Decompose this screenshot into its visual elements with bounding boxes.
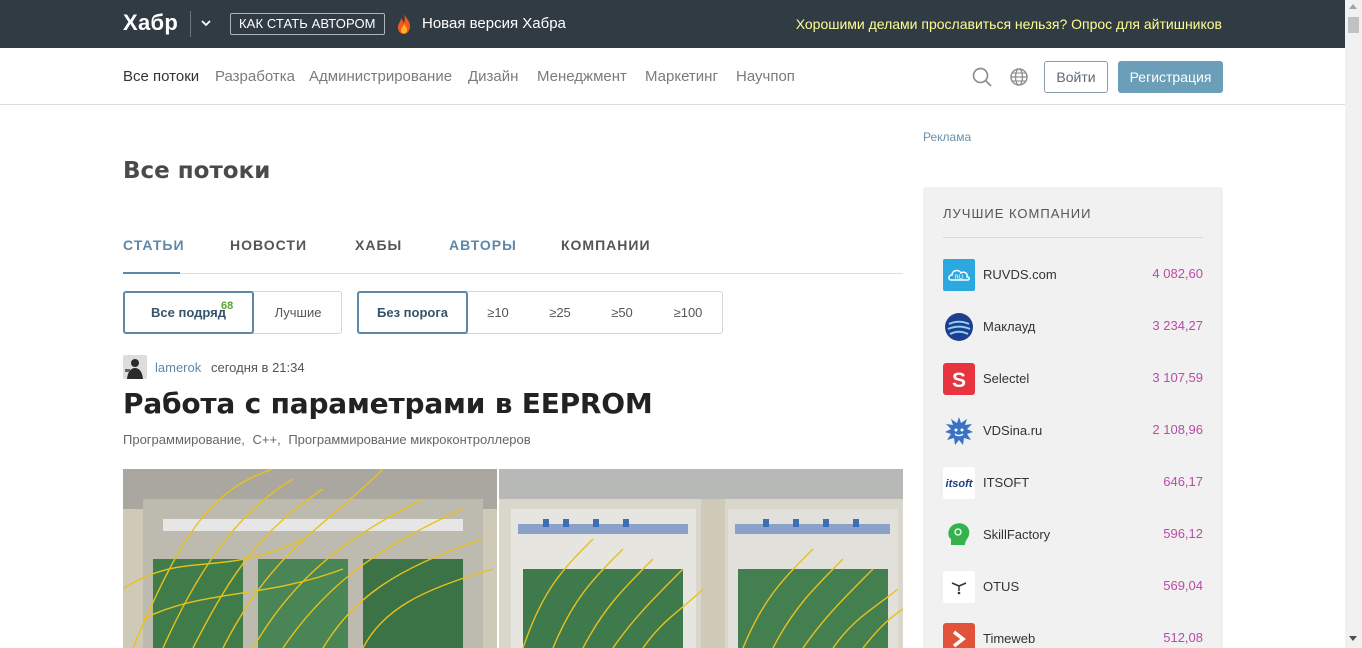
hub-link[interactable]: C++, [253, 432, 281, 447]
vdsina-logo-icon [943, 415, 975, 447]
hub-link[interactable]: Программирование микроконтроллеров [288, 432, 530, 447]
selectel-logo-icon: S [943, 363, 975, 395]
post-author[interactable]: lamerok [155, 360, 201, 375]
ruvds-logo-icon: RU [943, 259, 975, 291]
page-title: Все потоки [123, 158, 271, 184]
active-tab-indicator [123, 272, 180, 274]
company-name: OTUS [983, 579, 1020, 594]
filter-all-label: Все подряд [151, 305, 226, 320]
top-bar: Хабр КАК СТАТЬ АВТОРОМ Новая версия Хабр… [0, 0, 1345, 48]
ad-label[interactable]: Реклама [923, 130, 971, 144]
tab-articles[interactable]: СТАТЬИ [123, 237, 185, 253]
otus-logo-icon [943, 571, 975, 603]
divider [943, 237, 1203, 238]
skillfactory-logo-icon [943, 519, 975, 551]
wiring-cabinet-photo [123, 469, 903, 648]
company-name: SkillFactory [983, 527, 1051, 542]
filter-threshold-100[interactable]: ≥100 [654, 291, 722, 334]
company-rating: 646,17 [1163, 474, 1203, 489]
chevron-down-icon [201, 20, 211, 27]
register-button[interactable]: Регистрация [1118, 61, 1223, 93]
survey-link[interactable]: Хорошими делами прославиться нельзя? Опр… [796, 16, 1222, 32]
fire-icon [398, 14, 410, 34]
company-name: RUVDS.com [983, 267, 1057, 282]
nav-item-marketing[interactable]: Маркетинг [645, 68, 718, 85]
nav-item-administration[interactable]: Администрирование [309, 68, 452, 85]
language-globe-icon[interactable] [1009, 67, 1029, 87]
timeweb-logo-icon [943, 623, 975, 648]
scroll-up-arrow-icon[interactable] [1349, 4, 1357, 9]
threshold-filter-group: Без порога ≥10 ≥25 ≥50 ≥100 [357, 291, 723, 334]
new-version-link[interactable]: Новая версия Хабра [422, 15, 566, 32]
company-row[interactable]: RU RUVDS.com 4 082,60 [943, 259, 1203, 291]
company-rating: 3 234,27 [1152, 318, 1203, 333]
company-row[interactable]: SkillFactory 596,12 [943, 519, 1203, 551]
nav-item-design[interactable]: Дизайн [468, 68, 518, 85]
scrollbar-thumb[interactable] [1348, 17, 1359, 33]
nav-item-development[interactable]: Разработка [215, 68, 295, 85]
company-rating: 596,12 [1163, 526, 1203, 541]
avatar-image [123, 355, 147, 379]
filter-best[interactable]: Лучшие [254, 291, 342, 334]
author-avatar[interactable] [123, 355, 147, 379]
filter-all[interactable]: Все подряд 68 [123, 291, 254, 334]
post-title[interactable]: Работа с параметрами в EEPROM [123, 387, 653, 420]
tab-news[interactable]: НОВОСТИ [230, 237, 307, 253]
tab-companies[interactable]: КОМПАНИИ [561, 237, 651, 253]
vertical-scrollbar[interactable] [1345, 0, 1362, 648]
sort-filter-group: Все подряд 68 Лучшие [123, 291, 342, 334]
company-rating: 4 082,60 [1152, 266, 1203, 281]
login-button[interactable]: Войти [1044, 61, 1108, 93]
habr-logo[interactable]: Хабр [123, 10, 178, 36]
company-row[interactable]: Timeweb 512,08 [943, 623, 1203, 648]
post-cover-image[interactable] [123, 469, 903, 648]
company-rating: 3 107,59 [1152, 370, 1203, 385]
nav-item-popsci[interactable]: Научпоп [736, 68, 795, 85]
nav-item-all-flows[interactable]: Все потоки [123, 68, 199, 85]
filter-no-threshold[interactable]: Без порога [357, 291, 468, 334]
company-name: Timeweb [983, 631, 1036, 646]
post-hubs: Программирование, C++, Программирование … [123, 432, 535, 447]
company-name: Selectel [983, 371, 1030, 386]
scroll-down-arrow-icon[interactable] [1349, 636, 1357, 641]
new-posts-count: 68 [221, 300, 234, 312]
company-row[interactable]: itsoft ITSOFT 646,17 [943, 467, 1203, 499]
company-row[interactable]: S Selectel 3 107,59 [943, 363, 1203, 395]
company-rating: 512,08 [1163, 630, 1203, 645]
macloud-logo-icon [943, 311, 975, 343]
post-time: сегодня в 21:34 [211, 360, 305, 375]
company-row[interactable]: OTUS 569,04 [943, 571, 1203, 603]
company-name: Маклауд [983, 319, 1036, 334]
filter-threshold-50[interactable]: ≥50 [592, 291, 652, 334]
company-name: VDSina.ru [983, 423, 1043, 438]
search-icon[interactable] [972, 67, 992, 87]
top-companies-title[interactable]: ЛУЧШИЕ КОМПАНИИ [943, 206, 1091, 221]
svg-text:RU: RU [955, 274, 964, 281]
tabs-divider [123, 273, 903, 274]
tab-hubs[interactable]: ХАБЫ [355, 237, 402, 253]
company-row[interactable]: Маклауд 3 234,27 [943, 311, 1203, 343]
company-name: ITSOFT [983, 475, 1030, 490]
page: Хабр КАК СТАТЬ АВТОРОМ Новая версия Хабр… [0, 0, 1362, 648]
company-rating: 569,04 [1163, 578, 1203, 593]
how-to-become-author-button[interactable]: КАК СТАТЬ АВТОРОМ [230, 13, 385, 35]
flows-nav: Все потоки Разработка Администрирование … [0, 48, 1345, 105]
svg-text:S: S [952, 369, 966, 392]
top-companies-widget: ЛУЧШИЕ КОМПАНИИ RU RUVDS.com 4 082,60 Ма… [923, 187, 1223, 648]
itsoft-logo-icon: itsoft [943, 467, 975, 499]
tab-authors[interactable]: АВТОРЫ [449, 237, 517, 253]
filter-threshold-25[interactable]: ≥25 [530, 291, 590, 334]
hub-link[interactable]: Программирование, [123, 432, 245, 447]
nav-item-management[interactable]: Менеджмент [537, 68, 627, 85]
svg-text:itsoft: itsoft [946, 478, 974, 490]
company-rating: 2 108,96 [1152, 422, 1203, 437]
services-menu-toggle[interactable] [190, 11, 220, 37]
company-row[interactable]: VDSina.ru 2 108,96 [943, 415, 1203, 447]
filter-threshold-10[interactable]: ≥10 [468, 291, 528, 334]
